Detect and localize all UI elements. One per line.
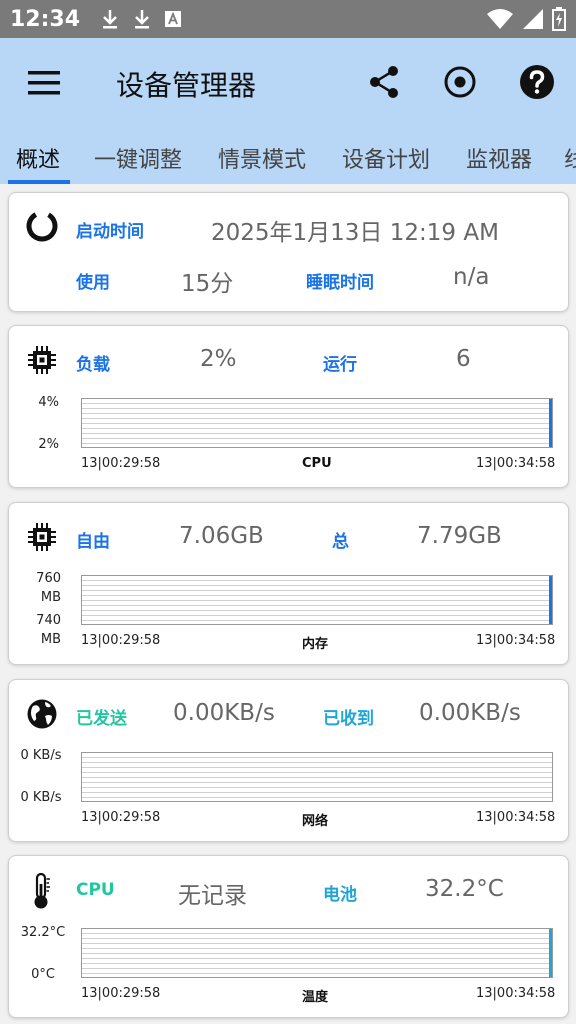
cpu-y-top-label: 4%	[38, 395, 59, 410]
sleep-label: 睡眠时间	[306, 273, 374, 293]
net-chart-name: 网络	[302, 814, 329, 829]
cpu-load-value: 2%	[200, 346, 237, 372]
temp-battery-label: 电池	[323, 885, 357, 905]
temp-y-top-label: 32.2°C	[20, 925, 66, 940]
help-icon[interactable]	[519, 64, 555, 100]
app-bar: 设备管理器	[0, 38, 576, 128]
cpu-time-end: 13|00:34:58	[476, 456, 556, 471]
use-label: 使用	[76, 273, 110, 293]
menu-icon[interactable]	[26, 66, 62, 100]
thermometer-icon	[34, 872, 50, 909]
tab-one-click-tune[interactable]: 一键调整	[94, 142, 182, 174]
net-time-start: 13|00:29:58	[81, 810, 161, 825]
mem-free-value: 7.06GB	[179, 523, 264, 549]
cpu-time-start: 13|00:29:58	[81, 456, 161, 471]
tab-scene-mode[interactable]: 情景模式	[218, 142, 306, 174]
tab-overview[interactable]: 概述	[16, 142, 60, 174]
status-time: 12:34	[10, 6, 81, 32]
cpu-y-bottom-label: 2%	[38, 437, 59, 452]
app-title: 设备管理器	[116, 69, 257, 102]
net-sent-value: 0.00KB/s	[173, 700, 275, 726]
use-value: 15分	[181, 271, 234, 297]
cpu-card: 负载 2% 运行 6 4% 2% 13|00:29:58 CPU 13|00:3…	[8, 325, 569, 488]
cpu-chart-name: CPU	[302, 456, 332, 471]
mem-chart-name: 内存	[302, 637, 329, 652]
tab-monitor[interactable]: 监视器	[466, 142, 532, 174]
net-recv-label: 已收到	[323, 709, 374, 729]
wifi-icon	[487, 9, 513, 29]
memory-chart-bar	[549, 576, 552, 624]
network-chart	[81, 752, 553, 802]
tab-device-plan[interactable]: 设备计划	[342, 142, 430, 174]
temperature-chart	[81, 928, 553, 978]
temp-y-bottom-label: 0°C	[31, 967, 55, 982]
mem-total-label: 总	[332, 532, 349, 552]
boot-card: 启动时间 2025年1月13日 12:19 AM 使用 15分 睡眠时间 n/a	[8, 192, 569, 312]
download-icon	[135, 10, 150, 29]
boot-time-value: 2025年1月13日 12:19 AM	[211, 220, 499, 246]
mem-y-top-label: 760 MB	[36, 571, 61, 605]
temp-chart-name: 温度	[302, 990, 329, 1005]
cpu-run-label: 运行	[323, 355, 357, 375]
temperature-card: CPU 无记录 电池 32.2°C 32.2°C 0°C 13|00:29:58…	[8, 855, 569, 1018]
temp-time-start: 13|00:29:58	[81, 986, 161, 1001]
mem-time-end: 13|00:34:58	[476, 633, 556, 648]
memory-card: 自由 7.06GB 总 7.79GB 760 MB 740 MB 13|00:2…	[8, 502, 569, 665]
net-recv-value: 0.00KB/s	[419, 700, 521, 726]
memory-chart	[81, 575, 553, 625]
cpu-chart	[81, 398, 553, 448]
net-y-top-label: 0 KB/s	[20, 748, 62, 763]
chip-icon	[28, 346, 56, 374]
font-notification-icon	[165, 11, 182, 27]
chip-icon	[28, 523, 56, 551]
battery-icon	[552, 7, 566, 31]
temp-cpu-label: CPU	[76, 880, 115, 900]
temp-time-end: 13|00:34:58	[476, 986, 556, 1001]
network-card: 已发送 0.00KB/s 已收到 0.00KB/s 0 KB/s 0 KB/s …	[8, 679, 569, 842]
mem-free-label: 自由	[76, 532, 110, 552]
tab-indicator	[8, 180, 70, 184]
mem-total-value: 7.79GB	[417, 523, 502, 549]
cpu-chart-bar	[549, 399, 552, 447]
cpu-run-value: 6	[456, 346, 471, 372]
net-sent-label: 已发送	[76, 709, 127, 729]
cpu-load-label: 负载	[76, 355, 110, 375]
sleep-value: n/a	[453, 264, 490, 290]
mem-time-start: 13|00:29:58	[81, 633, 161, 648]
net-y-bottom-label: 0 KB/s	[20, 790, 62, 805]
temperature-chart-bar	[549, 929, 552, 977]
boot-time-label: 启动时间	[76, 222, 144, 242]
status-bar: 12:34	[0, 0, 576, 38]
share-icon[interactable]	[366, 64, 402, 100]
temp-cpu-value: 无记录	[178, 883, 247, 909]
net-time-end: 13|00:34:58	[476, 810, 556, 825]
target-icon[interactable]	[442, 64, 478, 100]
download-icon	[103, 10, 118, 29]
loading-ring-icon	[26, 210, 58, 242]
temp-battery-value: 32.2°C	[425, 876, 504, 902]
globe-icon	[27, 699, 57, 729]
mem-y-bottom-label: 740 MB	[36, 613, 61, 647]
tab-partial[interactable]: 线	[564, 142, 576, 174]
signal-icon	[523, 9, 543, 29]
tab-bar: 概述 一键调整 情景模式 设备计划 监视器 线	[0, 128, 576, 184]
